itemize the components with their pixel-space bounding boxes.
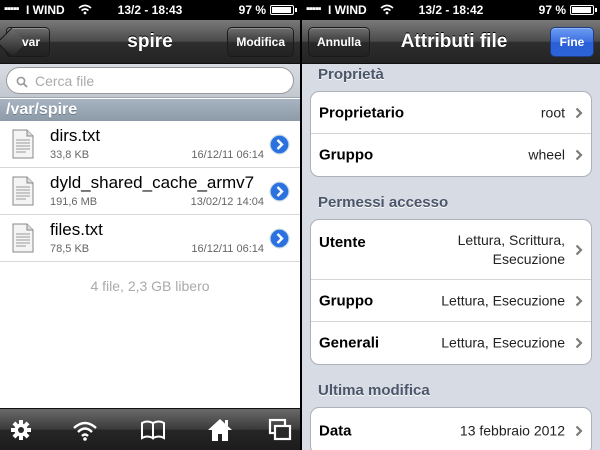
file-date: 16/12/11 06:14	[191, 243, 264, 255]
search-input[interactable]	[6, 67, 294, 94]
file-row[interactable]: dirs.txt 33,8 KB 16/12/11 06:14	[0, 121, 300, 168]
back-button[interactable]: var	[6, 27, 50, 57]
text-file-icon	[12, 176, 34, 206]
attribute-label: Gruppo	[319, 146, 374, 164]
search-icon	[16, 76, 28, 88]
detail-disclosure-icon[interactable]	[269, 228, 290, 249]
cancel-button[interactable]: Annulla	[308, 27, 370, 57]
battery-percent: 97 %	[538, 3, 566, 17]
attribute-value: Lettura, Esecuzione	[441, 334, 565, 351]
nav-bar: Annulla Attributi file Fine	[302, 20, 600, 64]
attribute-label: Gruppo	[319, 292, 374, 309]
path-header: /var/spire	[0, 99, 300, 121]
attribute-label: Proprietario	[319, 104, 405, 121]
file-size: 191,6 MB	[50, 196, 98, 208]
file-date: 13/02/12 14:04	[190, 196, 264, 208]
attribute-value: Lettura, Scrittura, Esecuzione	[457, 231, 565, 267]
attribute-row[interactable]: Data 13 febbraio 2012	[311, 408, 591, 450]
file-name: dirs.txt	[50, 126, 101, 145]
attribute-label: Generali	[319, 334, 380, 352]
search-bar	[0, 64, 300, 98]
wifi-icon[interactable]	[72, 417, 98, 443]
file-date: 16/12/11 06:14	[191, 149, 264, 161]
attribute-row[interactable]: Utente Lettura, Scrittura, Esecuzione	[311, 220, 591, 280]
settings-group: Data 13 febbraio 2012	[310, 407, 592, 450]
chevron-right-icon	[575, 107, 583, 118]
file-size: 33,8 KB	[50, 149, 90, 161]
done-button[interactable]: Fine	[550, 27, 594, 57]
file-row[interactable]: files.txt 78,5 KB 16/12/11 06:14	[0, 215, 300, 262]
file-size: 78,5 KB	[50, 243, 90, 255]
book-icon[interactable]	[140, 417, 166, 443]
attribute-row[interactable]: Gruppo wheel	[311, 134, 591, 176]
attribute-label: Utente	[319, 234, 366, 251]
windows-icon[interactable]	[267, 417, 293, 443]
attribute-value: 13 febbraio 2012	[459, 422, 565, 439]
detail-disclosure-icon[interactable]	[269, 134, 290, 155]
status-bar: ▪▪▪▪▪ I WIND 13/2 - 18:43 97 %	[0, 0, 300, 20]
section-title: Proprietà	[318, 66, 384, 83]
attribute-row[interactable]: Generali Lettura, Esecuzione	[311, 322, 591, 364]
nav-bar: var spire Modifica	[0, 20, 300, 64]
file-attributes-screen: ▪▪▪▪▪ I WIND 13/2 - 18:42 97 % Annulla A…	[302, 0, 600, 450]
chevron-right-icon	[575, 244, 583, 255]
section-title: Ultima modifica	[318, 382, 430, 399]
file-row[interactable]: dyld_shared_cache_armv7 191,6 MB 13/02/1…	[0, 168, 300, 215]
edit-button[interactable]: Modifica	[227, 27, 294, 57]
settings-group: Utente Lettura, Scrittura, Esecuzione Gr…	[310, 219, 592, 365]
file-list: dirs.txt 33,8 KB 16/12/11 06:14 dyld_sha…	[0, 121, 300, 262]
chevron-right-icon	[575, 149, 583, 161]
text-file-icon	[12, 129, 34, 159]
settings-group: Proprietario root Gruppo wheel	[310, 91, 592, 177]
file-browser-screen: ▪▪▪▪▪ I WIND 13/2 - 18:43 97 % var spire…	[0, 0, 300, 450]
chevron-right-icon	[575, 425, 583, 437]
battery-icon	[270, 5, 297, 15]
battery-icon	[570, 5, 597, 15]
bottom-toolbar	[0, 408, 300, 450]
attribute-row[interactable]: Gruppo Lettura, Esecuzione	[311, 280, 591, 322]
detail-disclosure-icon[interactable]	[269, 181, 290, 202]
file-name: dyld_shared_cache_armv7	[50, 173, 255, 192]
status-bar: ▪▪▪▪▪ I WIND 13/2 - 18:42 97 %	[302, 0, 600, 20]
file-name: files.txt	[50, 220, 103, 239]
chevron-right-icon	[575, 337, 583, 349]
attribute-label: Data	[319, 422, 352, 440]
attribute-value: root	[540, 104, 565, 120]
battery-percent: 97 %	[238, 3, 266, 17]
text-file-icon	[12, 223, 34, 253]
section-title: Permessi accesso	[318, 194, 449, 211]
chevron-right-icon	[575, 295, 583, 306]
gear-icon[interactable]	[8, 417, 34, 443]
storage-summary: 4 file, 2,3 GB libero	[90, 278, 210, 294]
battery-fill	[272, 7, 291, 13]
battery-fill	[572, 7, 591, 13]
attribute-row[interactable]: Proprietario root	[311, 92, 591, 134]
attribute-value: Lettura, Esecuzione	[441, 292, 565, 308]
home-icon[interactable]	[207, 417, 233, 443]
attribute-value: wheel	[528, 146, 565, 163]
